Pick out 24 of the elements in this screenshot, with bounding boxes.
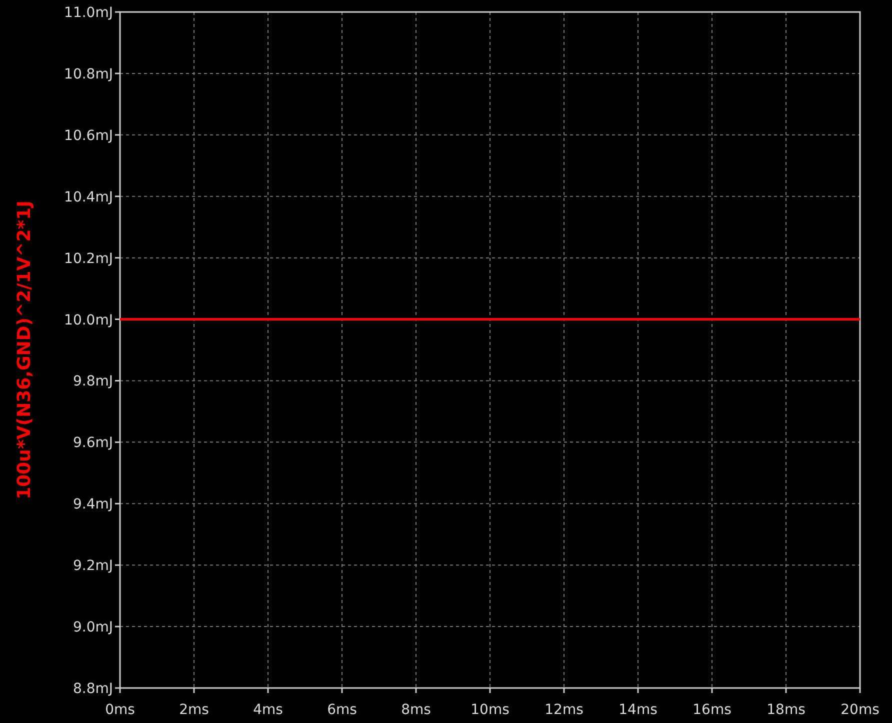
y-tick-label: 9.6mJ bbox=[72, 435, 113, 452]
y-tick-label: 10.0mJ bbox=[64, 312, 113, 328]
x-tick-label: 10ms bbox=[470, 702, 510, 718]
y-tick-label: 11.0mJ bbox=[64, 5, 113, 21]
y-tick-label: 9.8mJ bbox=[72, 374, 113, 390]
y-tick-label: 10.2mJ bbox=[64, 250, 113, 267]
x-tick-label: 6ms bbox=[327, 702, 357, 718]
x-tick-label: 4ms bbox=[253, 702, 283, 718]
y-tick-label: 10.8mJ bbox=[64, 66, 113, 82]
x-tick-label: 2ms bbox=[179, 702, 209, 718]
x-tick-label: 8ms bbox=[401, 702, 431, 718]
y-tick-label: 10.6mJ bbox=[64, 128, 113, 144]
y-tick-label: 9.0mJ bbox=[72, 620, 113, 636]
y-tick-label: 9.4mJ bbox=[72, 496, 113, 513]
x-tick-label: 12ms bbox=[544, 702, 584, 718]
x-tick-label: 18ms bbox=[766, 702, 806, 718]
y-tick-label: 8.8mJ bbox=[72, 681, 113, 697]
x-tick-label: 20ms bbox=[840, 702, 880, 718]
x-tick-label: 14ms bbox=[618, 702, 658, 718]
x-tick-label: 16ms bbox=[692, 702, 732, 718]
x-tick-label: 0ms bbox=[105, 702, 135, 718]
y-axis-label: 100u*V(N36,GND)^2/1V^2*1J bbox=[14, 200, 35, 500]
y-tick-label: 10.4mJ bbox=[64, 189, 113, 206]
y-tick-label: 9.2mJ bbox=[72, 558, 113, 574]
